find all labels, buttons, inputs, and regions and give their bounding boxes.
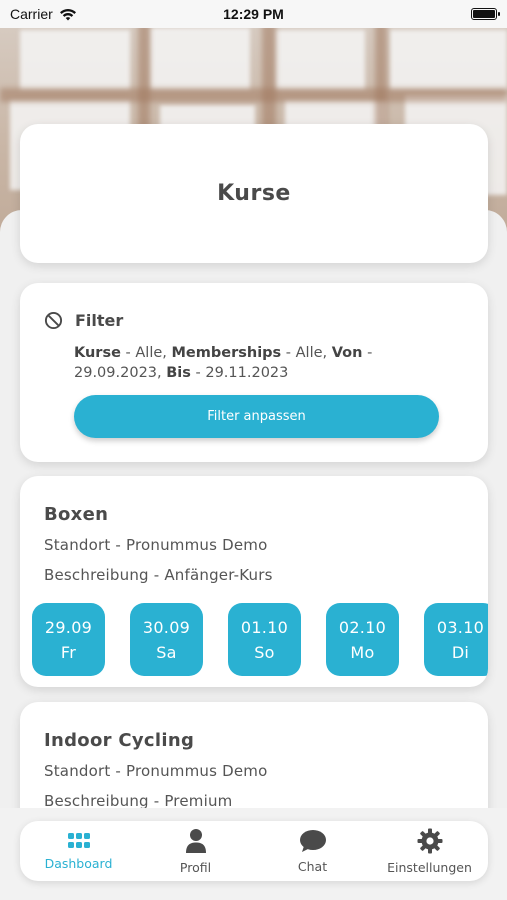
title-card: Kurse bbox=[20, 124, 488, 263]
date-chip[interactable]: 30.09 Sa bbox=[130, 603, 203, 676]
grid-icon bbox=[67, 832, 90, 848]
date-chip-date: 03.10 bbox=[436, 617, 485, 637]
filter-bis-label: Bis bbox=[166, 365, 191, 381]
filter-memberships-value: - Alle, bbox=[281, 345, 332, 361]
tab-chat[interactable]: Chat bbox=[258, 829, 368, 874]
filter-summary: Kurse - Alle, Memberships - Alle, Von - … bbox=[74, 343, 454, 383]
carrier-label: Carrier bbox=[10, 6, 53, 22]
tab-dashboard[interactable]: Dashboard bbox=[24, 832, 134, 871]
tab-profil[interactable]: Profil bbox=[141, 828, 251, 875]
date-chip-date: 30.09 bbox=[142, 617, 191, 637]
filter-kurse-label: Kurse bbox=[74, 345, 121, 361]
chat-bubble-icon bbox=[299, 829, 326, 852]
tab-label: Profil bbox=[179, 859, 212, 875]
filter-off-icon bbox=[44, 311, 63, 330]
person-icon bbox=[185, 828, 206, 853]
battery-icon bbox=[471, 8, 500, 20]
filter-von-label: Von bbox=[331, 345, 363, 361]
filter-bis-value: - 29.11.2023 bbox=[190, 365, 289, 381]
filter-card: Filter Kurse - Alle, Memberships - Alle,… bbox=[20, 283, 488, 462]
date-chip-day: So bbox=[254, 642, 275, 662]
course-card-boxen[interactable]: Boxen Standort - Pronummus Demo Beschrei… bbox=[20, 476, 488, 687]
date-chip-day: Di bbox=[451, 642, 470, 662]
filter-memberships-label: Memberships bbox=[171, 345, 282, 361]
course-location: Standort - Pronummus Demo bbox=[44, 762, 268, 780]
course-location: Standort - Pronummus Demo bbox=[44, 536, 268, 554]
course-name: Boxen bbox=[44, 504, 109, 525]
tab-label: Chat bbox=[297, 858, 328, 874]
date-chip-date: 29.09 bbox=[44, 617, 93, 637]
wifi-icon bbox=[59, 8, 76, 20]
tab-label: Einstellungen bbox=[387, 859, 472, 875]
filter-kurse-value: - Alle, bbox=[120, 345, 172, 361]
date-chip-day: Mo bbox=[350, 642, 375, 662]
date-chip[interactable]: 03.10 Di bbox=[424, 603, 488, 676]
tab-einstellungen[interactable]: Einstellungen bbox=[375, 828, 485, 875]
date-chip-day: Sa bbox=[156, 642, 177, 662]
bottom-tab-bar: Dashboard Profil Chat Einstellungen bbox=[20, 821, 488, 881]
gear-icon bbox=[417, 828, 442, 853]
date-chip-day: Fr bbox=[60, 642, 77, 662]
tab-label: Dashboard bbox=[44, 855, 113, 871]
date-chip-date: 02.10 bbox=[338, 617, 387, 637]
page-title: Kurse bbox=[217, 181, 291, 206]
date-chip[interactable]: 01.10 So bbox=[228, 603, 301, 676]
course-name: Indoor Cycling bbox=[44, 730, 195, 751]
status-bar: Carrier 12:29 PM bbox=[0, 0, 507, 28]
course-description: Beschreibung - Anfänger-Kurs bbox=[44, 566, 273, 584]
date-chip-list: 29.09 Fr 30.09 Sa 01.10 So 02.10 Mo 03.1… bbox=[32, 603, 488, 676]
filter-adjust-button[interactable]: Filter anpassen bbox=[74, 395, 439, 438]
date-chip[interactable]: 02.10 Mo bbox=[326, 603, 399, 676]
filter-title: Filter bbox=[75, 311, 124, 330]
date-chip[interactable]: 29.09 Fr bbox=[32, 603, 105, 676]
date-chip-date: 01.10 bbox=[240, 617, 289, 637]
